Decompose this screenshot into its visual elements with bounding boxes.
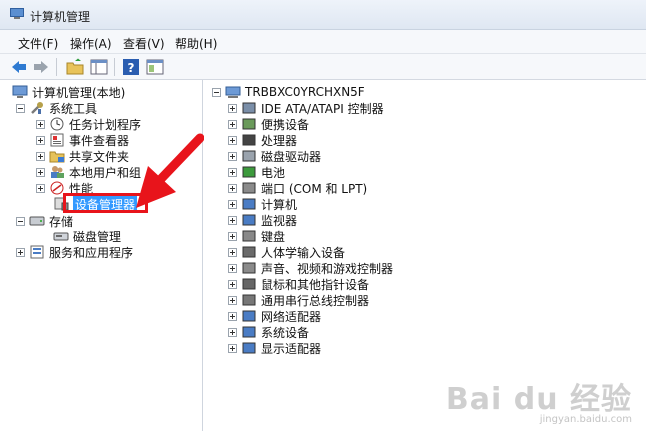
port-icon [242,182,256,194]
expand-icon[interactable] [228,247,237,257]
device-category-item[interactable]: 人体学输入设备 [228,244,345,260]
menu-action[interactable]: 操作(A) [70,35,112,52]
services-icon [30,245,44,259]
properties-icon[interactable] [146,58,164,76]
expand-icon[interactable] [228,183,237,193]
monitor-icon [242,214,256,226]
computer-management-icon [10,8,24,19]
toolbar: ? [0,54,646,80]
expand-icon[interactable] [228,215,237,225]
expand-icon[interactable] [228,119,237,129]
toolbar-separator [56,58,57,76]
svg-text:?: ? [128,61,135,75]
help-icon[interactable]: ? [122,58,140,76]
tree-item-disk-management[interactable]: 磁盘管理 [49,228,121,244]
tree-item-services-apps[interactable]: 服务和应用程序 [16,244,133,260]
device-category-item[interactable]: 鼠标和其他指针设备 [228,276,369,292]
expand-icon[interactable] [228,167,237,177]
toolbar-separator [114,58,115,76]
device-category-item[interactable]: 处理器 [228,132,297,148]
usb-icon [242,294,256,306]
expand-icon[interactable] [228,135,237,145]
tree-item-local-users[interactable]: 本地用户和组 [36,164,141,180]
back-arrow-icon[interactable] [10,58,28,76]
up-folder-icon[interactable] [66,58,84,76]
tree-item-task-scheduler[interactable]: 任务计划程序 [36,116,141,132]
shared-folder-icon [49,151,65,163]
device-category-item[interactable]: 电池 [228,164,285,180]
device-category-item[interactable]: 系统设备 [228,324,309,340]
mouse-icon [242,278,256,290]
device-category-item[interactable]: 通用串行总线控制器 [228,292,369,308]
event-viewer-icon [50,133,64,147]
show-hide-tree-icon[interactable] [90,58,108,76]
tree-item-event-viewer[interactable]: 事件查看器 [36,132,129,148]
expand-icon[interactable] [228,327,237,337]
disk-management-icon [53,232,69,241]
tree-item-system-tools[interactable]: 系统工具 [16,100,97,116]
watermark: Bai du 经验 jingyan.baidu.com [446,374,632,425]
computer-management-icon [12,85,28,98]
menu-help[interactable]: 帮助(H) [175,35,217,52]
device-category-item[interactable]: 键盘 [228,228,285,244]
expand-icon[interactable] [228,199,237,209]
network-adapter-icon [242,310,256,322]
expand-icon[interactable] [36,183,45,193]
expand-icon[interactable] [36,135,45,145]
expand-icon[interactable] [228,311,237,321]
tree-item-computer-management[interactable]: 计算机管理(本地) [12,84,125,100]
device-category-item[interactable]: 声音、视频和游戏控制器 [228,260,393,276]
expand-icon[interactable] [228,279,237,289]
menu-file[interactable]: 文件(F) [18,35,58,52]
tree-item-shared-folders[interactable]: 共享文件夹 [36,148,129,164]
watermark-logo: Bai du 经验 [445,382,632,417]
title-bar: 计算机管理 [0,0,646,30]
collapse-icon[interactable] [16,103,25,113]
expand-icon[interactable] [228,343,237,353]
red-arrow-annotation [136,133,205,208]
expand-icon[interactable] [228,103,237,113]
disk-drive-icon [242,150,256,162]
device-category-item[interactable]: 计算机 [228,196,297,212]
menu-view[interactable]: 查看(V) [123,35,165,52]
ide-controller-icon [242,102,256,114]
expand-icon[interactable] [228,151,237,161]
portable-device-icon [242,118,256,130]
expand-icon[interactable] [16,247,25,257]
sound-icon [242,262,256,274]
window-title: 计算机管理 [30,10,91,24]
computer-icon [242,198,256,210]
collapse-icon[interactable] [212,87,221,97]
processor-icon [242,134,256,146]
expand-icon[interactable] [36,167,45,177]
keyboard-icon [242,230,256,242]
hid-icon [242,246,256,258]
expand-icon[interactable] [228,263,237,273]
tree-item-storage[interactable]: 存储 [16,213,73,229]
expand-icon[interactable] [36,119,45,129]
expand-icon[interactable] [228,231,237,241]
computer-icon [225,86,241,98]
forward-arrow-icon[interactable] [32,58,50,76]
menu-bar: 文件(F) 操作(A) 查看(V) 帮助(H) [0,30,646,54]
device-category-item[interactable]: 端口 (COM 和 LPT) [228,180,367,196]
collapse-icon[interactable] [16,216,25,226]
device-tree-root[interactable]: TRBBXC0YRCHXN5F [212,84,365,100]
device-category-item[interactable]: 网络适配器 [228,308,321,324]
device-category-item[interactable]: IDE ATA/ATAPI 控制器 [228,100,384,116]
tools-icon [31,102,43,114]
battery-icon [242,166,256,178]
storage-icon [29,216,45,226]
clock-icon [50,117,64,131]
system-device-icon [242,326,256,338]
expand-icon[interactable] [36,151,45,161]
device-category-item[interactable]: 便携设备 [228,116,309,132]
device-category-item[interactable]: 显示适配器 [228,340,321,356]
users-icon [51,166,64,178]
expand-icon[interactable] [228,295,237,305]
device-category-item[interactable]: 监视器 [228,212,297,228]
display-adapter-icon [242,342,256,354]
device-category-item[interactable]: 磁盘驱动器 [228,148,321,164]
